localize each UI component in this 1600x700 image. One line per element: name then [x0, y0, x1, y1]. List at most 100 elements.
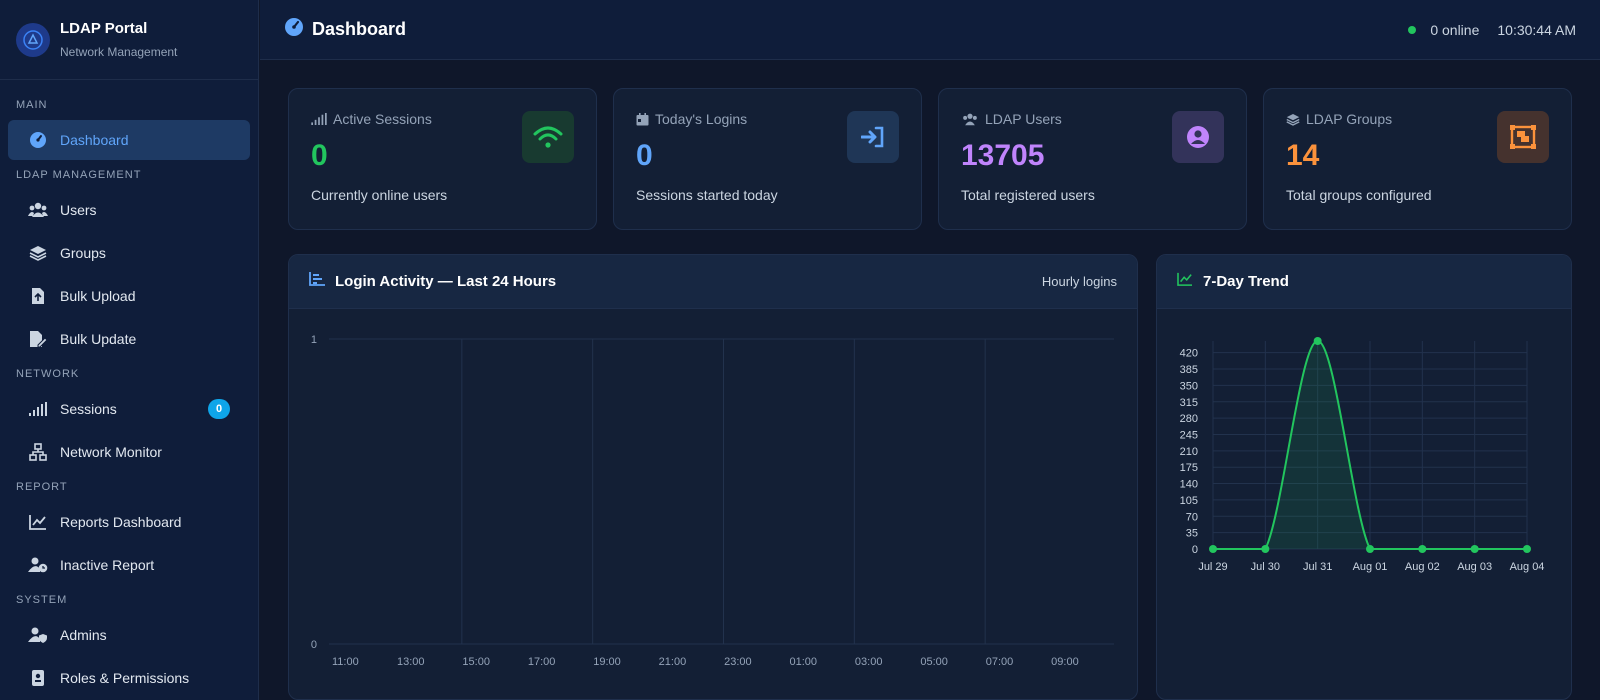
- stat-card-ldap-groups: LDAP Groups 14 Total groups configured: [1263, 88, 1572, 230]
- y-tick-label: 35: [1186, 528, 1198, 540]
- y-tick-label: 0: [311, 639, 317, 651]
- section-main: MAIN: [16, 99, 48, 111]
- x-tick-label: Jul 29: [1198, 561, 1227, 573]
- x-tick-label: 11:00: [332, 656, 359, 668]
- card-subtitle: Total registered users: [961, 187, 1095, 203]
- sidebar-item-network-monitor[interactable]: Network Monitor: [8, 432, 250, 472]
- id-badge-icon: [28, 668, 48, 688]
- card-label: LDAP Groups: [1306, 111, 1393, 127]
- card-subtitle: Sessions started today: [636, 187, 778, 203]
- x-tick-label: Aug 01: [1353, 561, 1388, 573]
- sidebar-item-label: Network Monitor: [60, 444, 162, 460]
- y-tick-label: 420: [1180, 348, 1198, 360]
- gauge-icon: [284, 17, 304, 42]
- sidebar-item-label: Roles & Permissions: [60, 670, 190, 686]
- x-tick-label: 09:00: [1051, 656, 1079, 668]
- x-tick-label: 23:00: [724, 656, 752, 668]
- trend-panel: 7-Day Trend 0 35 70 105 140 175 210 245 280 315 35…: [1156, 254, 1572, 700]
- brand-title: LDAP Portal: [60, 20, 148, 37]
- layers-icon: [28, 243, 48, 263]
- section-system: SYSTEM: [16, 594, 68, 606]
- section-ldap: LDAP MANAGEMENT: [16, 169, 142, 181]
- y-tick-label: 0: [1192, 544, 1198, 556]
- file-upload-icon: [28, 286, 48, 306]
- gauge-icon: [28, 130, 48, 150]
- sidebar-item-dashboard[interactable]: Dashboard: [8, 120, 250, 160]
- login-activity-panel: Login Activity — Last 24 Hours Hourly lo…: [288, 254, 1138, 700]
- chart-line-icon: [1177, 272, 1193, 291]
- sidebar-item-sessions[interactable]: Sessions 0: [8, 389, 250, 429]
- sidebar-item-admins[interactable]: Admins: [8, 615, 250, 655]
- object-group-icon: [1497, 111, 1549, 163]
- sidebar-item-label: Groups: [60, 245, 106, 261]
- panel-title: 7-Day Trend: [1203, 273, 1289, 290]
- card-subtitle: Currently online users: [311, 187, 448, 203]
- signal-icon: [28, 399, 48, 419]
- calendar-icon: [636, 112, 649, 125]
- sidebar-item-label: Sessions: [60, 401, 117, 417]
- section-network: NETWORK: [16, 368, 80, 380]
- y-tick-label: 280: [1180, 413, 1198, 425]
- card-subtitle: Total groups configured: [1286, 187, 1432, 203]
- data-point: [1418, 545, 1427, 553]
- signal-icon: [311, 113, 327, 125]
- sessions-count-badge: 0: [208, 399, 230, 419]
- y-tick-label: 1: [311, 334, 317, 346]
- chart-bar-icon: [309, 272, 325, 291]
- sidebar-item-label: Inactive Report: [60, 557, 155, 573]
- data-point: [1209, 545, 1217, 553]
- data-point: [1523, 545, 1531, 553]
- y-tick-label: 105: [1180, 495, 1198, 507]
- y-tick-label: 385: [1180, 364, 1198, 376]
- x-tick-label: 01:00: [790, 656, 818, 668]
- x-tick-label: 21:00: [659, 656, 687, 668]
- y-tick-label: 175: [1180, 462, 1198, 474]
- user-circle-icon: [1172, 111, 1224, 163]
- data-point: [1470, 545, 1479, 553]
- network-icon: [28, 442, 48, 462]
- y-tick-label: 315: [1180, 397, 1198, 409]
- sidebar-item-label: Bulk Update: [60, 331, 137, 347]
- sign-in-icon: [847, 111, 899, 163]
- x-tick-label: Aug 03: [1457, 561, 1492, 573]
- x-tick-label: Jul 31: [1303, 561, 1332, 573]
- sidebar-item-label: Reports Dashboard: [60, 514, 182, 530]
- stat-card-active-sessions: Active Sessions 0 Currently online users: [288, 88, 597, 230]
- x-tick-label: 05:00: [920, 656, 948, 668]
- sidebar-item-inactive-report[interactable]: Inactive Report: [8, 545, 250, 585]
- layers-icon: [1286, 113, 1300, 126]
- sidebar-item-bulk-update[interactable]: Bulk Update: [8, 319, 250, 359]
- chart-line-icon: [28, 512, 48, 532]
- users-icon: [963, 113, 977, 125]
- online-status-dot: [1408, 25, 1417, 34]
- sidebar-item-label: Bulk Upload: [60, 288, 136, 304]
- stat-card-todays-logins: Today's Logins 0 Sessions started today: [613, 88, 922, 230]
- y-tick-label: 140: [1180, 479, 1198, 491]
- brand-subtitle: Network Management: [60, 45, 178, 59]
- user-clock-icon: [28, 555, 48, 575]
- y-tick-label: 210: [1180, 446, 1198, 458]
- sidebar-item-roles[interactable]: Roles & Permissions: [8, 658, 250, 698]
- y-tick-label: 245: [1180, 429, 1198, 441]
- sidebar-item-users[interactable]: Users: [8, 190, 250, 230]
- brand: LDAP Portal Network Management: [0, 0, 258, 80]
- sidebar-item-groups[interactable]: Groups: [8, 233, 250, 273]
- x-tick-label: 13:00: [397, 656, 425, 668]
- card-label: Today's Logins: [655, 111, 748, 127]
- x-tick-label: 17:00: [528, 656, 556, 668]
- y-tick-label: 350: [1180, 380, 1198, 392]
- sidebar: LDAP Portal Network Management MAIN Dash…: [0, 0, 259, 700]
- page-title: Dashboard: [312, 19, 407, 39]
- x-tick-label: Jul 30: [1251, 561, 1280, 573]
- sidebar-item-label: Admins: [60, 627, 107, 643]
- section-report: REPORT: [16, 481, 68, 493]
- sidebar-item-label: Dashboard: [60, 132, 129, 148]
- users-icon: [28, 200, 48, 220]
- sidebar-item-reports-dashboard[interactable]: Reports Dashboard: [8, 502, 250, 542]
- wifi-icon: [522, 111, 574, 163]
- card-label: LDAP Users: [985, 111, 1062, 127]
- x-tick-label: 07:00: [986, 656, 1014, 668]
- clock: 10:30:44 AM: [1497, 21, 1576, 38]
- sidebar-item-bulk-upload[interactable]: Bulk Upload: [8, 276, 250, 316]
- panel-title: Login Activity — Last 24 Hours: [335, 273, 557, 290]
